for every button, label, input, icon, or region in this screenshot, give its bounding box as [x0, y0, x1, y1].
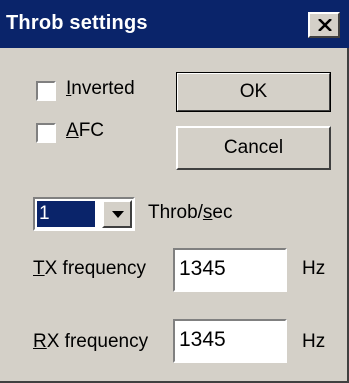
throb-rate-select[interactable]: 1: [33, 197, 135, 231]
afc-label[interactable]: AFC: [66, 120, 104, 142]
inverted-checkbox[interactable]: [36, 81, 56, 101]
window-title: Throb settings: [6, 12, 148, 34]
rx-unit-label: Hz: [302, 331, 326, 352]
ok-button[interactable]: OK: [176, 72, 331, 112]
cancel-button[interactable]: Cancel: [176, 126, 331, 170]
chevron-down-icon: [112, 211, 124, 218]
close-icon: [318, 19, 332, 31]
inverted-label[interactable]: Inverted: [66, 78, 135, 100]
rx-frequency-label: RX frequency: [33, 331, 149, 352]
tx-unit-label: Hz: [302, 258, 326, 279]
throb-rate-dropdown-button[interactable]: [102, 200, 132, 228]
rx-frequency-input[interactable]: 1345: [173, 319, 287, 363]
tx-frequency-label: TX frequency: [33, 258, 147, 279]
tx-frequency-input[interactable]: 1345: [173, 248, 287, 292]
title-bar[interactable]: Throb settings: [0, 0, 349, 48]
close-button[interactable]: [308, 12, 340, 38]
throb-rate-label: Throb/sec: [148, 202, 233, 223]
throb-settings-dialog: Throb settings Inverted AFC OK Cancel 1 …: [0, 0, 349, 383]
throb-rate-value: 1: [37, 201, 95, 227]
afc-checkbox[interactable]: [36, 123, 56, 143]
